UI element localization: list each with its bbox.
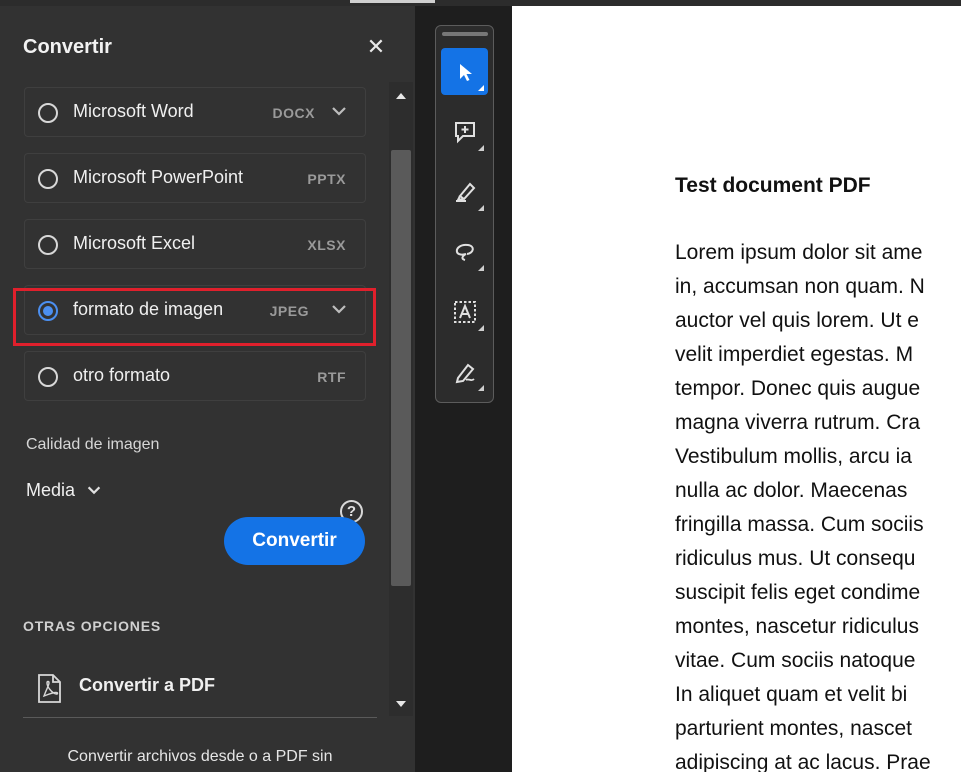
text-line: montes, nascetur ridiculus (675, 615, 919, 638)
convert-to-pdf-link[interactable]: Convertir a PDF (23, 666, 377, 718)
option-extension: DOCX (272, 105, 315, 121)
panel-title: Convertir (23, 36, 112, 58)
scroll-down-arrow-icon[interactable] (389, 694, 413, 714)
chevron-down-icon[interactable] (329, 101, 349, 121)
close-icon[interactable]: ✕ (364, 36, 388, 60)
active-tab-indicator (350, 0, 435, 3)
sign-pen-icon[interactable] (441, 348, 488, 395)
option-extension: RTF (317, 369, 346, 385)
scrollbar-thumb[interactable] (391, 150, 411, 586)
toolbar-grip[interactable] (442, 32, 488, 36)
pdf-page: Test document PDF Lorem ipsum dolor sit … (512, 6, 961, 772)
highlight-box (13, 288, 376, 346)
option-microsoft-excel[interactable]: Microsoft Excel XLSX (24, 219, 366, 269)
text-line: nulla ac dolor. Maecenas (675, 479, 908, 502)
text-line: velit imperdiet egestas. M (675, 343, 914, 366)
convert-panel: Convertir ✕ Microsoft Word DOCX Microsof… (0, 6, 415, 772)
option-microsoft-word[interactable]: Microsoft Word DOCX (24, 87, 366, 137)
text-line: In aliquet quam et velit bi (675, 683, 908, 706)
text-line: ridiculus mus. Ut consequ (675, 547, 916, 570)
convert-button[interactable]: Convertir (224, 517, 365, 565)
document-body: Lorem ipsum dolor sit ame in, accumsan n… (675, 238, 931, 772)
text-line: in, accumsan non quam. N (675, 275, 925, 298)
option-label: Microsoft PowerPoint (73, 167, 244, 187)
option-microsoft-powerpoint[interactable]: Microsoft PowerPoint PPTX (24, 153, 366, 203)
draw-freeform-icon[interactable] (441, 228, 488, 275)
add-comment-icon[interactable] (441, 108, 488, 155)
image-quality-label: Calidad de imagen (26, 436, 160, 453)
text-line: Lorem ipsum dolor sit ame (675, 241, 923, 264)
text-line: tempor. Donec quis augue (675, 377, 921, 400)
scrollbar[interactable] (389, 82, 413, 716)
radio-button[interactable] (38, 235, 58, 255)
text-box-icon[interactable] (441, 288, 488, 335)
pdf-file-icon (38, 674, 61, 703)
radio-button[interactable] (38, 169, 58, 189)
convert-to-pdf-label: Convertir a PDF (79, 675, 216, 695)
scroll-up-arrow-icon[interactable] (389, 86, 413, 106)
select-pointer-icon[interactable] (441, 48, 488, 95)
image-quality-dropdown[interactable]: Media (26, 478, 103, 502)
other-options-heading: OTRAS OPCIONES (23, 618, 161, 634)
text-line: adipiscing at ac lacus. Prae (675, 751, 931, 772)
option-label: Microsoft Excel (73, 233, 196, 253)
text-line: auctor vel quis lorem. Ut e (675, 309, 919, 332)
highlight-pen-icon[interactable] (441, 168, 488, 215)
image-quality-value: Media (26, 479, 76, 500)
option-label: Microsoft Word (73, 101, 194, 121)
text-line: parturient montes, nascet (675, 717, 912, 740)
option-label: otro formato (73, 365, 171, 385)
text-line: vitae. Cum sociis natoque (675, 649, 916, 672)
option-other-format[interactable]: otro formato RTF (24, 351, 366, 401)
option-extension: PPTX (307, 171, 346, 187)
document-title: Test document PDF (675, 174, 871, 197)
option-extension: XLSX (307, 237, 346, 253)
quick-tools-toolbar (435, 25, 494, 403)
text-line: Vestibulum mollis, arcu ia (675, 445, 912, 468)
radio-button[interactable] (38, 103, 58, 123)
chevron-down-icon (87, 486, 101, 495)
text-line: fringilla massa. Cum sociis (675, 513, 924, 536)
radio-button[interactable] (38, 367, 58, 387)
footer-text: Convertir archivos desde o a PDF sin (67, 748, 333, 765)
text-line: suscipit felis eget condime (675, 581, 921, 604)
text-line: magna viverra rutrum. Cra (675, 411, 921, 434)
